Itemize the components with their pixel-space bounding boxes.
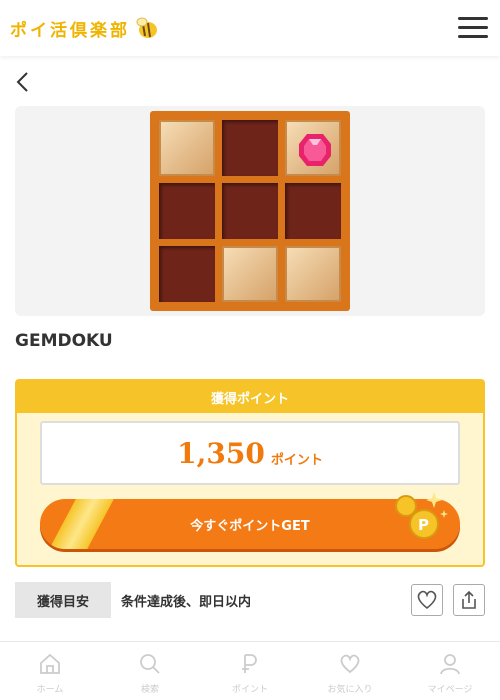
heart-icon — [340, 654, 360, 674]
timing-row: 獲得目安 条件達成後、即日以内 — [15, 582, 485, 618]
points-box: 1,350 ポイント — [40, 421, 460, 485]
heart-icon — [417, 590, 437, 610]
search-icon — [140, 654, 160, 674]
share-button[interactable] — [453, 584, 485, 616]
button-stripe — [46, 499, 116, 549]
gem-board — [150, 111, 350, 311]
tab-search[interactable]: 検索 — [100, 642, 200, 700]
tab-mypage[interactable]: マイページ — [400, 642, 500, 700]
board-cell — [159, 183, 215, 239]
offer-image — [15, 106, 485, 316]
board-tile — [159, 120, 215, 176]
home-icon — [40, 653, 60, 674]
tab-points[interactable]: ポイント — [200, 642, 300, 700]
board-cell — [285, 183, 341, 239]
share-icon — [462, 590, 476, 609]
coins-icon: P — [395, 492, 448, 539]
board-cell — [222, 120, 278, 176]
points-unit: ポイント — [270, 452, 323, 468]
board-cell — [222, 183, 278, 239]
point-icon — [242, 654, 257, 673]
tab-label: ポイント — [231, 685, 268, 695]
back-chevron-icon[interactable] — [14, 70, 34, 94]
offer-title: GEMDOKU — [15, 331, 113, 351]
points-value: 1,350 — [177, 436, 265, 470]
get-points-label: 今すぐポイントGET — [190, 518, 310, 534]
points-heading: 獲得ポイント — [17, 381, 483, 413]
board-cell — [159, 246, 215, 302]
timing-tag: 獲得目安 — [15, 582, 111, 618]
tab-label: マイページ — [427, 685, 473, 695]
header: ポイ活倶楽部 — [0, 0, 500, 56]
user-icon — [440, 654, 460, 675]
menu-icon[interactable] — [456, 14, 490, 42]
tab-favorites[interactable]: お気に入り — [300, 642, 400, 700]
tab-label: ホーム — [36, 685, 64, 695]
board-tile — [285, 246, 341, 302]
tab-label: 検索 — [140, 685, 159, 695]
logo[interactable]: ポイ活倶楽部 — [10, 14, 160, 42]
tab-bar: ホーム 検索 ポイント お気に入り マイページ — [0, 641, 500, 700]
board-tile — [222, 246, 278, 302]
tab-home[interactable]: ホーム — [0, 642, 100, 700]
logo-text: ポイ活倶楽部 — [10, 20, 130, 41]
timing-text: 条件達成後、即日以内 — [121, 595, 252, 610]
tab-label: お気に入り — [327, 685, 373, 695]
gem-icon — [299, 134, 331, 166]
svg-text:P: P — [418, 516, 429, 534]
board-tile-gem — [285, 120, 341, 176]
favorite-button[interactable] — [411, 584, 443, 616]
bee-icon — [136, 17, 157, 38]
